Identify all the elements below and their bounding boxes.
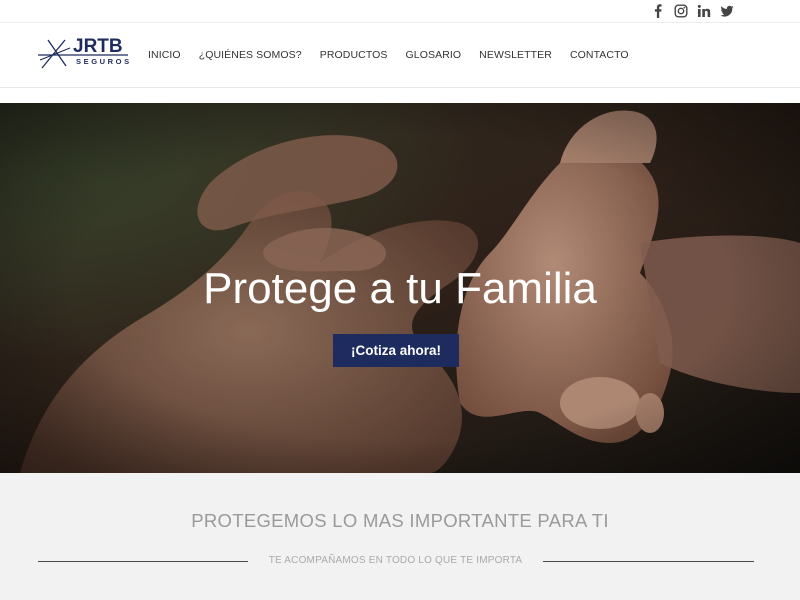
social-links bbox=[651, 4, 734, 18]
site-header: JRTB SEGUROS INICIO ¿QUIÉNES SOMOS? PROD… bbox=[0, 24, 800, 88]
nav-item-contacto[interactable]: CONTACTO bbox=[561, 48, 638, 62]
nav-item-quienes-somos[interactable]: ¿QUIÉNES SOMOS? bbox=[190, 48, 311, 62]
twitter-icon[interactable] bbox=[720, 4, 734, 18]
intro-section: PROTEGEMOS LO MAS IMPORTANTE PARA TI TE … bbox=[0, 473, 800, 600]
hero-title: Protege a tu Familia bbox=[203, 264, 597, 313]
divider-line-left bbox=[38, 561, 248, 562]
top-bar bbox=[0, 0, 800, 23]
section-title: PROTEGEMOS LO MAS IMPORTANTE PARA TI bbox=[191, 510, 609, 531]
facebook-icon[interactable] bbox=[651, 4, 665, 18]
hero-banner: Protege a tu Familia ¡Cotiza ahora! bbox=[0, 103, 800, 473]
logo-subtitle: SEGUROS bbox=[76, 57, 132, 66]
logo-brand: JRTB bbox=[73, 36, 123, 57]
section-divider: TE ACOMPAÑAMOS EN TODO LO QUE TE IMPORTA bbox=[38, 554, 754, 570]
nav-item-glosario[interactable]: GLOSARIO bbox=[397, 48, 471, 62]
section-subtitle: TE ACOMPAÑAMOS EN TODO LO QUE TE IMPORTA bbox=[268, 555, 523, 566]
nav-item-inicio[interactable]: INICIO bbox=[139, 48, 190, 62]
divider-line-right bbox=[543, 561, 754, 562]
logo[interactable]: JRTB SEGUROS bbox=[38, 36, 132, 72]
nav-item-productos[interactable]: PRODUCTOS bbox=[311, 48, 397, 62]
nav-item-newsletter[interactable]: NEWSLETTER bbox=[470, 48, 561, 62]
instagram-icon[interactable] bbox=[674, 4, 688, 18]
main-nav: INICIO ¿QUIÉNES SOMOS? PRODUCTOS GLOSARI… bbox=[139, 48, 638, 62]
linkedin-icon[interactable] bbox=[697, 4, 711, 18]
quote-now-button[interactable]: ¡Cotiza ahora! bbox=[333, 334, 459, 367]
